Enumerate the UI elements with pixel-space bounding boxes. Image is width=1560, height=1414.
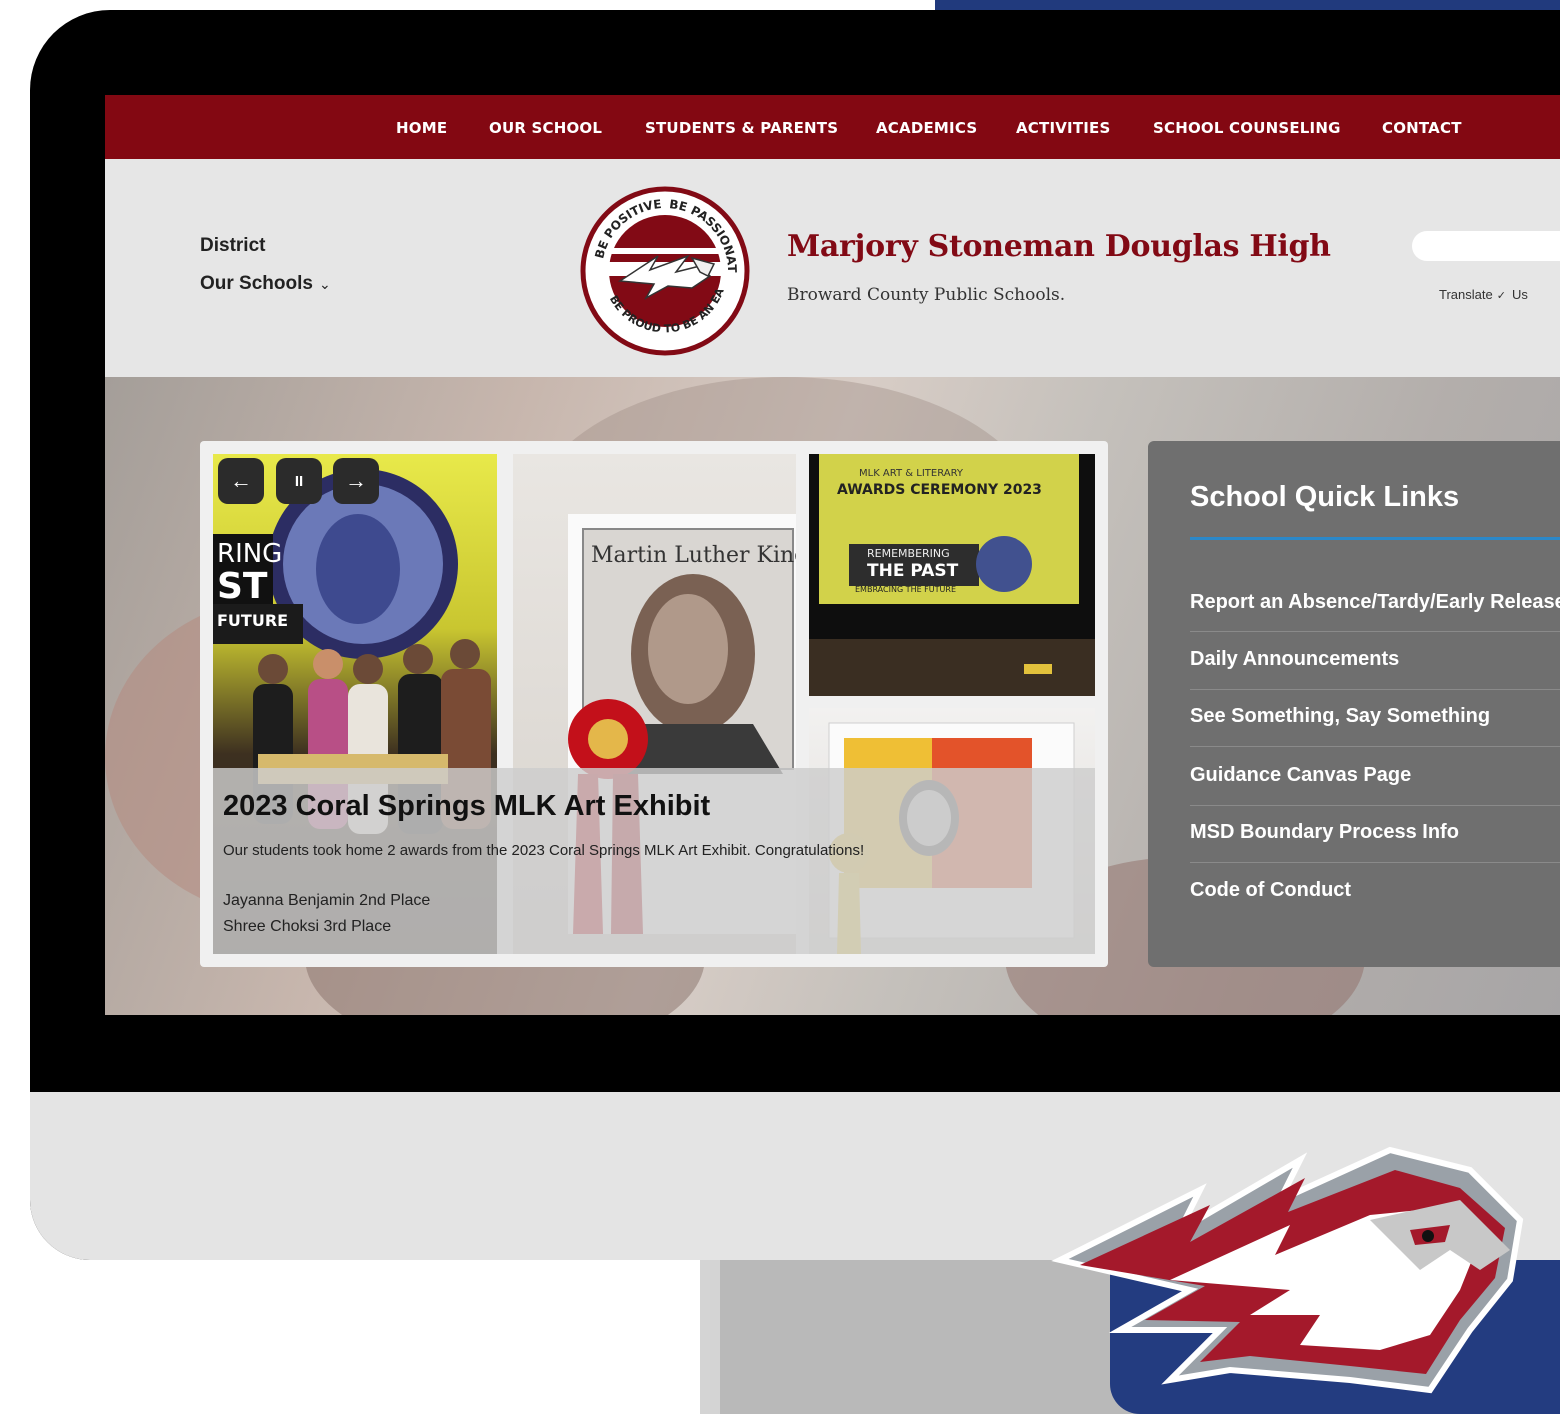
slide-award-line: Shree Choksi 3rd Place [223,918,392,935]
eagle-mascot-logo [1051,1146,1524,1394]
screen-text: EMBRACING THE FUTURE [855,585,956,594]
main-navigation: HOME OUR SCHOOL STUDENTS & PARENTS ACADE… [105,95,1560,161]
quick-link-guidance-canvas[interactable]: Guidance Canvas Page [1190,764,1560,787]
slide-description: Our students took home 2 awards from the… [223,842,865,859]
link-separator [1190,631,1560,632]
nav-contact[interactable]: CONTACT [1382,119,1462,137]
screen-text: THE PAST [867,561,959,581]
link-separator [1190,689,1560,690]
sign-text: RING [217,539,282,569]
school-logo[interactable]: BE POSITIVE BE PASSIONATE BE PROUD TO BE… [580,186,750,356]
screen-text: MLK ART & LITERARY [859,468,964,479]
link-separator [1190,746,1560,747]
our-schools-dropdown[interactable]: Our Schools ⌄ [200,273,331,295]
ceremony-screen-image: MLK ART & LITERARY AWARDS CEREMONY 2023 … [809,454,1095,696]
quick-link-daily-announcements[interactable]: Daily Announcements [1190,648,1560,671]
quick-link-code-of-conduct[interactable]: Code of Conduct [1190,879,1560,902]
slide-caption: 2023 Coral Springs MLK Art Exhibit Our s… [213,768,1095,954]
translate-label: Translate [1439,287,1493,302]
nav-activities[interactable]: ACTIVITIES [1016,119,1110,137]
artwork-title: Martin Luther King Jr. [591,543,796,568]
screen-text: REMEMBERING [867,547,950,560]
news-slider[interactable]: RING ST FUTURE Martin Luther Kin MLK ART… [200,441,1108,967]
quick-link-boundary-process[interactable]: MSD Boundary Process Info [1190,821,1560,844]
link-separator [1190,862,1560,863]
district-link[interactable]: District [200,235,265,257]
slide-title[interactable]: 2023 Coral Springs MLK Art Exhibit [223,790,710,823]
nav-home[interactable]: HOME [396,119,447,137]
slide-photo-ceremony-screen: MLK ART & LITERARY AWARDS CEREMONY 2023 … [809,454,1095,696]
chevron-down-icon: ⌄ [318,276,331,292]
search-input[interactable] [1412,231,1560,261]
translate-extra: Us [1511,287,1528,302]
previous-slide-button[interactable]: ← [218,458,264,504]
pause-slider-button[interactable]: II [276,458,322,504]
our-schools-label: Our Schools [200,273,313,294]
decor-blue-band [935,0,1560,10]
sign-text: FUTURE [217,611,288,630]
quick-links-divider [1190,537,1560,540]
nav-our-school[interactable]: OUR SCHOOL [489,119,602,137]
next-slide-button[interactable]: → [333,458,379,504]
chevron-down-icon: ✓ [1496,290,1506,302]
nav-academics[interactable]: ACADEMICS [876,119,977,137]
quick-link-see-something[interactable]: See Something, Say Something [1190,705,1560,728]
hero-banner: RING ST FUTURE Martin Luther Kin MLK ART… [105,377,1560,1015]
nav-students-parents[interactable]: STUDENTS & PARENTS [645,119,838,137]
site-header: District Our Schools ⌄ BE POSITIVE BE PAS… [105,159,1560,377]
screen-text: AWARDS CEREMONY 2023 [837,482,1042,498]
slide-award-line: Jayanna Benjamin 2nd Place [223,892,431,909]
quick-link-report-absence[interactable]: Report an Absence/Tardy/Early Release [1190,591,1560,614]
sign-text: ST [217,566,268,607]
translate-dropdown[interactable]: Translate ✓ Us [1439,287,1528,302]
nav-school-counseling[interactable]: SCHOOL COUNSELING [1153,119,1341,137]
quick-links-panel: School Quick Links Report an Absence/Tar… [1148,441,1560,967]
school-name[interactable]: Marjory Stoneman Douglas High [787,229,1331,264]
quick-links-title: School Quick Links [1190,481,1460,513]
school-subtitle: Broward County Public Schools. [787,285,1066,305]
website-screen: HOME OUR SCHOOL STUDENTS & PARENTS ACADE… [105,95,1560,1015]
link-separator [1190,805,1560,806]
